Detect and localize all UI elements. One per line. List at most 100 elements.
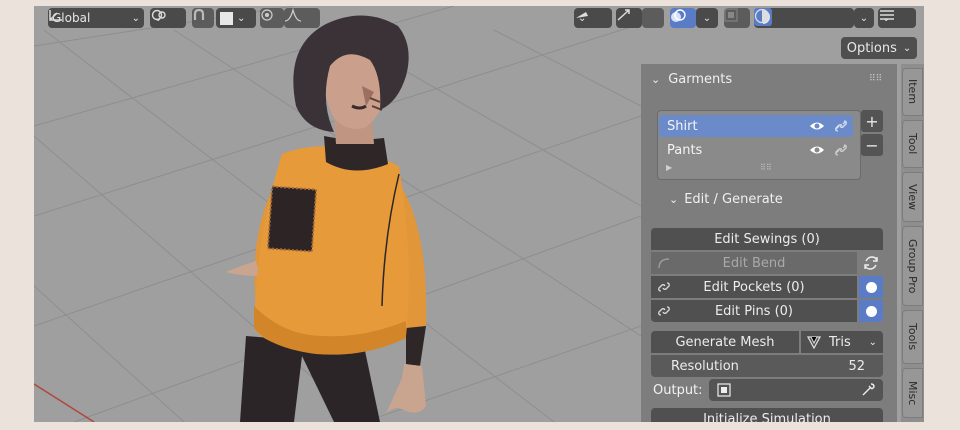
falloff-dropdown[interactable]: [284, 8, 320, 28]
tab-view[interactable]: View: [902, 172, 923, 222]
list-icon: [880, 10, 894, 20]
eyedropper-icon[interactable]: [861, 383, 875, 397]
xray-icon: [724, 8, 738, 22]
toggle-dot-icon: [865, 281, 877, 293]
overlay-toggle[interactable]: [670, 8, 696, 28]
options-dropdown[interactable]: Options ⌄: [841, 37, 917, 59]
tab-misc[interactable]: Misc: [902, 368, 923, 418]
initialize-label: Initialize Simulation: [703, 411, 831, 423]
blender-window: Global ⌄ ⌄ ⌄ ⌄ ⌄ ⌄ ⌄ Options ⌄ ⌄ Garment…: [34, 6, 924, 422]
link-icon[interactable]: [833, 142, 849, 158]
overlay-dropdown[interactable]: ⌄: [696, 8, 718, 28]
link-icon: [658, 282, 670, 292]
sidebar-tabs: Item Tool View Group Pro Tools Misc: [901, 64, 924, 422]
transform-orientation-icon: [49, 10, 62, 21]
garments-panel-header[interactable]: ⌄ Garments: [651, 72, 732, 87]
chevron-down-icon: ⌄: [859, 12, 869, 24]
tab-label: Misc: [906, 380, 919, 406]
selectability-icon: [576, 12, 588, 18]
generate-mesh-label: Generate Mesh: [675, 334, 775, 350]
proportional-edit-toggle[interactable]: [260, 8, 284, 28]
snap-target-dropdown[interactable]: ⌄: [216, 8, 256, 28]
edit-pins-button[interactable]: Edit Pins (0): [651, 300, 857, 322]
chevron-down-icon: ⌄: [902, 42, 912, 54]
expand-arrow-icon[interactable]: ▶: [666, 163, 672, 172]
character-model[interactable]: [226, 15, 427, 422]
initialize-simulation-button[interactable]: Initialize Simulation: [651, 408, 883, 422]
resolution-label: Resolution: [671, 358, 739, 374]
pivot-dropdown[interactable]: ⌄: [150, 8, 186, 28]
tab-label: Tools: [906, 323, 919, 351]
snap-toggle[interactable]: [192, 8, 214, 28]
options-label: Options: [846, 40, 897, 56]
tab-label: Tool: [906, 133, 919, 155]
edit-pockets-button[interactable]: Edit Pockets (0): [651, 276, 857, 298]
mesh-type-dropdown[interactable]: Tris ⌄: [801, 331, 883, 353]
edit-bend-button: Edit Bend: [651, 252, 857, 274]
subpanel-title: Edit / Generate: [684, 192, 783, 207]
refresh-icon: [864, 256, 878, 270]
edit-sewings-button[interactable]: Edit Sewings (0): [651, 228, 883, 250]
triangle-icon: [807, 336, 821, 349]
refresh-button[interactable]: [859, 252, 883, 274]
chevron-down-icon: ⌄: [669, 193, 679, 206]
shading-mode-group: [754, 8, 854, 28]
tab-item[interactable]: Item: [902, 68, 923, 116]
garment-name: Pants: [667, 142, 703, 158]
chevron-down-icon: ⌄: [702, 12, 712, 24]
output-label: Output:: [653, 383, 703, 398]
chevron-down-icon: ⌄: [651, 73, 661, 86]
remove-garment-button[interactable]: −: [861, 134, 883, 156]
garment-list: Shirt Pants ▶ ⠿⠿: [657, 110, 861, 180]
orientation-dropdown[interactable]: Global ⌄: [48, 8, 144, 28]
snap-magnet-icon: [193, 8, 205, 20]
selectability-dropdown[interactable]: ⌄: [574, 8, 612, 28]
edit-bend-label: Edit Bend: [722, 255, 786, 271]
chevron-down-icon: ⌄: [131, 12, 140, 24]
tab-tool[interactable]: Tool: [902, 120, 923, 168]
pins-toggle[interactable]: [859, 300, 883, 322]
add-label: +: [865, 111, 879, 131]
mesh-object-icon: [717, 383, 731, 397]
tab-label: Item: [906, 79, 919, 105]
pivot-icon: [151, 9, 166, 21]
resolution-field[interactable]: Resolution 52: [651, 355, 883, 377]
edit-generate-header[interactable]: ⌄ Edit / Generate: [669, 192, 783, 207]
link-icon: [658, 306, 670, 316]
panel-title: Garments: [668, 72, 733, 87]
remove-label: −: [865, 135, 879, 155]
tab-group-pro[interactable]: Group Pro: [902, 226, 923, 306]
edit-pins-label: Edit Pins (0): [714, 303, 794, 319]
x-axis-line: [34, 383, 95, 422]
gizmo-icon: [617, 9, 630, 21]
list-item[interactable]: Pants: [659, 139, 853, 161]
falloff-curve-icon: [284, 8, 302, 22]
edit-sewings-label: Edit Sewings (0): [714, 231, 820, 247]
pockets-toggle[interactable]: [859, 276, 883, 298]
generate-mesh-button[interactable]: Generate Mesh: [651, 331, 799, 353]
sidebar-menu-dropdown[interactable]: ⌄: [878, 8, 916, 28]
output-field[interactable]: [709, 379, 883, 401]
resize-handle-icon[interactable]: ⠿⠿: [760, 163, 772, 172]
tab-label: Group Pro: [906, 238, 919, 294]
tab-tools[interactable]: Tools: [902, 310, 923, 364]
gizmo-toggle[interactable]: [616, 8, 642, 28]
viewport-header: Global ⌄ ⌄ ⌄ ⌄ ⌄ ⌄ ⌄: [34, 6, 924, 30]
chevron-down-icon: ⌄: [868, 336, 877, 348]
drag-handle-icon[interactable]: ⠿⠿: [869, 74, 882, 84]
square-icon: [220, 11, 233, 25]
eye-icon[interactable]: [809, 142, 825, 158]
link-icon[interactable]: [833, 118, 849, 134]
sidebar-panel: ⌄ Garments ⠿⠿ Shirt Pants ▶ ⠿⠿ + − ⌄ Edi…: [641, 64, 897, 422]
chevron-down-icon: ⌄: [237, 12, 246, 24]
gizmo-dropdown[interactable]: [642, 8, 664, 28]
add-garment-button[interactable]: +: [861, 110, 883, 132]
overlay-icon: [671, 9, 686, 22]
list-item[interactable]: Shirt: [659, 115, 853, 137]
rendered-icon[interactable]: [754, 8, 770, 24]
eye-icon[interactable]: [809, 118, 825, 134]
garment-name: Shirt: [667, 118, 698, 134]
xray-toggle[interactable]: [724, 8, 750, 28]
proportional-edit-icon: [261, 9, 273, 21]
shading-dropdown[interactable]: ⌄: [854, 8, 874, 28]
